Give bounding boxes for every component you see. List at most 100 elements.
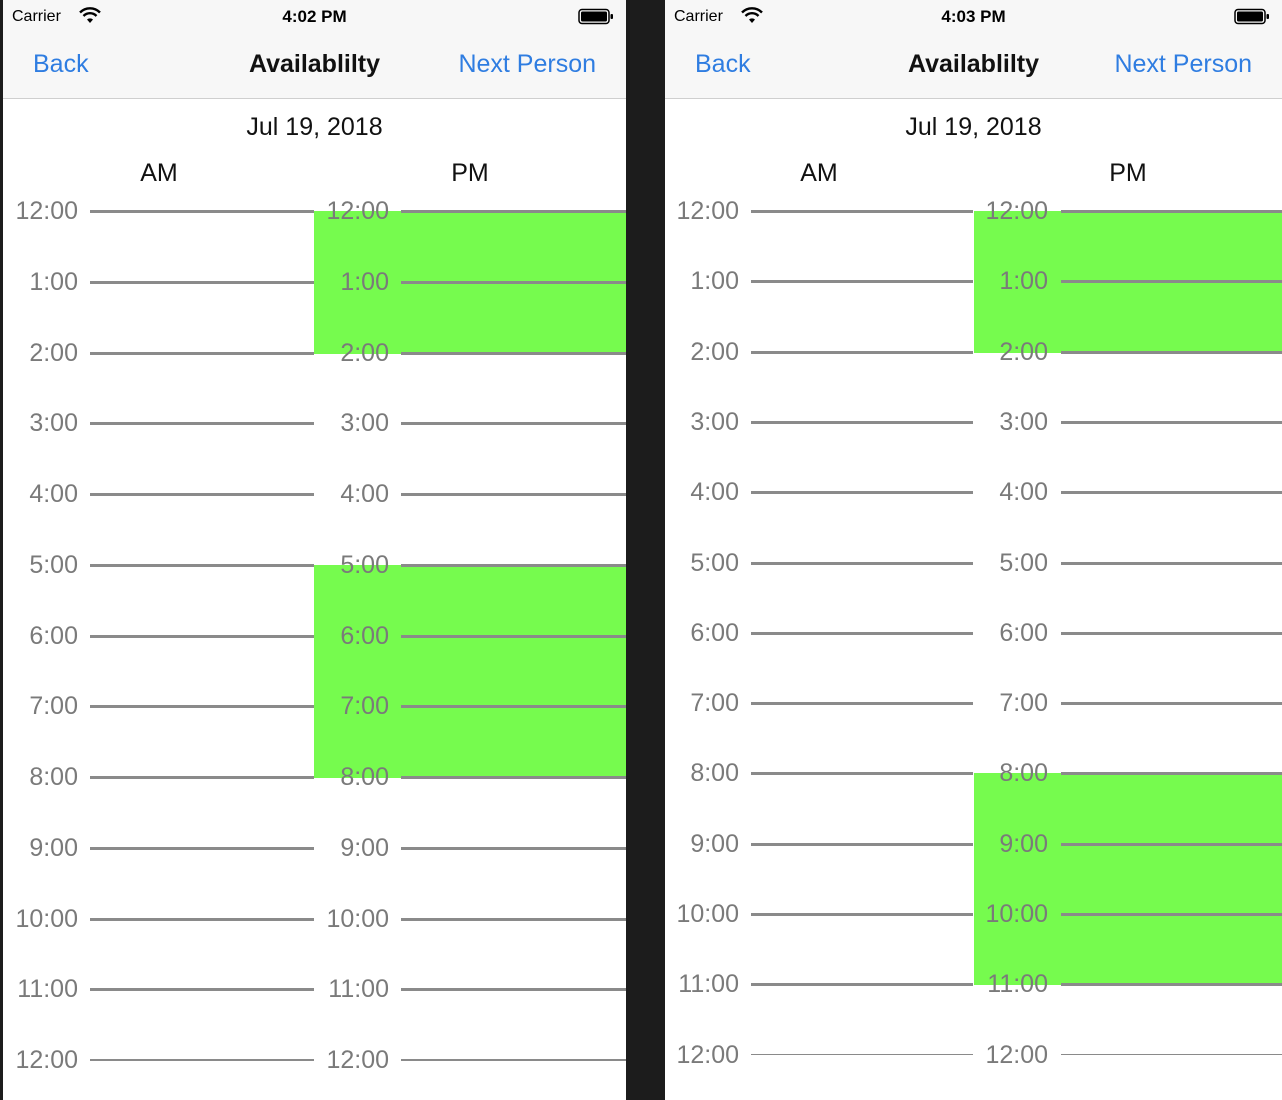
pm-hour-line: [1061, 210, 1282, 213]
am-hour-line: [90, 210, 314, 213]
pm-hour-label: 6:00: [340, 621, 389, 650]
am-hour-label: 2:00: [29, 338, 78, 367]
am-hour-line: [90, 422, 314, 426]
pm-hour-line: [401, 493, 626, 496]
pm-hour-label: 1:00: [340, 267, 389, 296]
pm-hour-line: [1061, 913, 1282, 916]
am-hour-line: [90, 1059, 314, 1061]
am-hour-line: [751, 491, 973, 495]
am-hour-label: 3:00: [29, 409, 78, 438]
pm-hour-label: 4:00: [999, 478, 1048, 507]
am-hour-label: 9:00: [690, 829, 739, 858]
pm-hour-label: 5:00: [999, 548, 1048, 577]
available-time-block[interactable]: [314, 564, 626, 778]
pm-hour-label: 12:00: [326, 197, 389, 225]
pm-hour-line: [401, 563, 626, 567]
pm-hour-label: 3:00: [340, 409, 389, 438]
am-hour-line: [90, 705, 314, 709]
am-hour-label: 11:00: [17, 975, 78, 1004]
am-hour-line: [751, 561, 973, 565]
am-hour-label: 6:00: [29, 621, 78, 650]
pm-hour-label: 7:00: [999, 689, 1048, 718]
pm-hour-label: 8:00: [999, 759, 1048, 788]
pm-hour-line: [401, 634, 626, 638]
pm-hour-label: 5:00: [340, 550, 389, 579]
pm-hour-line: [1061, 561, 1282, 565]
am-hour-line: [751, 280, 973, 284]
pm-hour-line: [401, 210, 626, 213]
am-hour-label: 9:00: [29, 833, 78, 862]
am-hour-line: [751, 842, 973, 846]
available-time-block[interactable]: [974, 773, 1282, 986]
am-hour-line: [751, 631, 973, 635]
pm-hour-line: [1061, 280, 1282, 284]
availability-grid[interactable]: 12:00 12:00 1:00 1:00 2:00 2:00 3:00 3:00 4:00 4:…: [665, 0, 1282, 1100]
am-hour-label: 7:00: [29, 692, 78, 721]
pm-hour-label: 3:00: [999, 407, 1048, 436]
pm-hour-line: [401, 280, 626, 284]
am-hour-line: [90, 493, 314, 496]
am-hour-line: [90, 917, 314, 921]
pm-hour-label: 12:00: [985, 1040, 1048, 1069]
pm-hour-line: [1061, 772, 1282, 776]
pm-hour-line: [401, 351, 626, 355]
am-hour-label: 12:00: [676, 197, 739, 225]
am-hour-label: 8:00: [690, 759, 739, 788]
am-hour-label: 10:00: [676, 900, 739, 928]
am-hour-line: [90, 634, 314, 638]
am-hour-label: 1:00: [29, 267, 78, 296]
am-hour-line: [751, 772, 973, 776]
am-hour-label: 4:00: [29, 480, 78, 508]
pm-hour-label: 6:00: [999, 618, 1048, 647]
pm-hour-label: 9:00: [999, 829, 1048, 858]
pm-hour-line: [401, 776, 626, 779]
phone-screen-left: Carrier 4:02 PM Back Availablilty Next P…: [3, 0, 626, 1100]
phone-screen-right: Carrier 4:03 PM Back Availablilty Next P…: [665, 0, 1282, 1100]
pm-hour-label: 11:00: [987, 970, 1048, 999]
pm-hour-label: 2:00: [999, 337, 1048, 366]
pm-hour-line: [1061, 491, 1282, 495]
pm-hour-line: [1061, 350, 1282, 354]
pm-hour-line: [1061, 702, 1282, 706]
am-hour-label: 10:00: [15, 904, 78, 933]
am-hour-line: [90, 846, 314, 850]
am-hour-label: 12:00: [15, 1046, 78, 1074]
pm-hour-label: 2:00: [340, 338, 389, 367]
pm-hour-line: [1061, 420, 1282, 424]
am-hour-label: 1:00: [690, 267, 739, 296]
am-hour-line: [751, 983, 973, 987]
pm-hour-label: 9:00: [340, 833, 389, 862]
pm-hour-label: 7:00: [340, 692, 389, 721]
am-hour-line: [90, 988, 314, 992]
am-hour-label: 6:00: [690, 618, 739, 647]
am-hour-line: [751, 913, 973, 916]
pm-hour-label: 11:00: [328, 975, 389, 1004]
am-hour-label: 12:00: [676, 1040, 739, 1069]
pm-hour-label: 12:00: [326, 1046, 389, 1074]
am-hour-line: [90, 776, 314, 779]
pm-hour-label: 10:00: [326, 904, 389, 933]
pm-hour-line: [401, 846, 626, 850]
am-hour-label: 8:00: [29, 763, 78, 791]
pm-hour-line: [401, 917, 626, 921]
am-hour-label: 2:00: [690, 337, 739, 366]
pm-hour-line: [1061, 631, 1282, 635]
am-hour-label: 5:00: [29, 550, 78, 579]
am-hour-label: 3:00: [690, 407, 739, 436]
am-hour-line: [90, 280, 314, 284]
availability-grid[interactable]: 12:00 12:00 1:00 1:00 2:00 2:00 3:00 3:00 4:00 4:…: [3, 0, 626, 1100]
pm-hour-label: 8:00: [340, 763, 389, 791]
pm-hour-label: 12:00: [985, 197, 1048, 225]
am-hour-line: [751, 350, 973, 354]
pm-hour-line: [1061, 983, 1282, 987]
pm-hour-line: [401, 1059, 626, 1061]
pm-hour-line: [401, 988, 626, 992]
am-hour-line: [751, 210, 973, 213]
pm-hour-line: [1061, 842, 1282, 846]
am-hour-line: [751, 1053, 973, 1056]
pm-hour-line: [401, 422, 626, 426]
am-hour-line: [751, 420, 973, 424]
am-hour-line: [90, 563, 314, 567]
am-hour-label: 11:00: [678, 970, 739, 999]
am-hour-label: 7:00: [690, 689, 739, 718]
